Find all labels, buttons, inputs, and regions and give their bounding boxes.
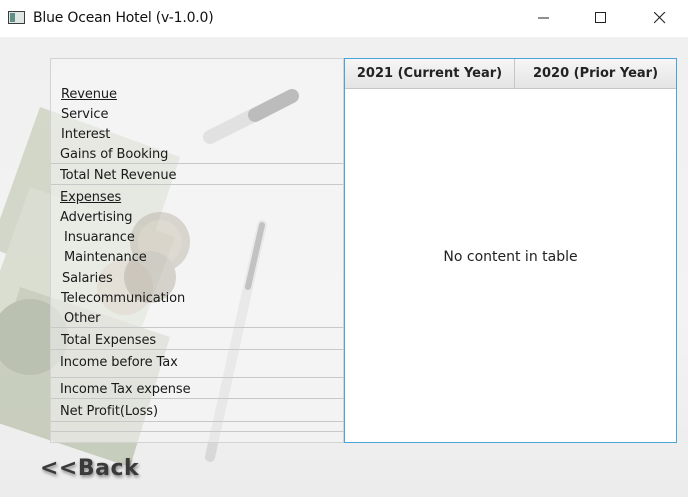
divider (51, 349, 344, 350)
total-expenses-label: Total Expenses (61, 333, 157, 348)
divider (51, 163, 344, 164)
divider (51, 377, 344, 378)
advertising-label: Advertising (60, 210, 133, 225)
interest-label: Interest (61, 127, 111, 142)
financials-table[interactable]: 2021 (Current Year) 2020 (Prior Year) No… (344, 58, 677, 443)
minimize-button[interactable] (521, 0, 567, 37)
income-before-tax-label: Income before Tax (60, 355, 178, 370)
content-area: Revenue Service Interest Gains of Bookin… (0, 37, 688, 497)
empty-table-message: No content in table (443, 249, 578, 265)
service-label: Service (61, 107, 109, 122)
total-net-revenue-label: Total Net Revenue (60, 168, 177, 183)
window-title: Blue Ocean Hotel (v-1.0.0) (33, 10, 214, 26)
maximize-icon (595, 12, 606, 23)
table-header: 2021 (Current Year) 2020 (Prior Year) (345, 59, 676, 89)
divider (51, 431, 344, 432)
divider (51, 327, 344, 328)
net-profit-loss-label: Net Profit(Loss) (60, 404, 158, 419)
maximize-button[interactable] (578, 0, 624, 37)
app-icon (8, 11, 25, 24)
column-header-current-year[interactable]: 2021 (Current Year) (345, 59, 515, 89)
column-header-prior-year[interactable]: 2020 (Prior Year) (515, 59, 676, 89)
insurance-label: Insuarance (64, 230, 135, 245)
telecommunication-label: Telecommunication (61, 291, 186, 306)
labels-panel: Revenue Service Interest Gains of Bookin… (50, 58, 344, 443)
gains-of-booking-label: Gains of Booking (60, 147, 169, 162)
divider (51, 398, 344, 399)
salaries-label: Salaries (62, 271, 113, 286)
income-tax-expense-label: Income Tax expense (60, 382, 191, 397)
close-button[interactable] (637, 0, 683, 37)
close-icon (654, 12, 666, 24)
divider (51, 421, 344, 422)
divider (51, 184, 344, 185)
other-label: Other (64, 311, 101, 326)
revenue-header: Revenue (61, 87, 117, 102)
maintenance-label: Maintenance (64, 250, 147, 265)
back-button[interactable]: <<Back (40, 456, 139, 481)
expenses-header: Expenses (60, 190, 122, 205)
minimize-icon (538, 17, 549, 19)
title-bar: Blue Ocean Hotel (v-1.0.0) (0, 0, 688, 37)
